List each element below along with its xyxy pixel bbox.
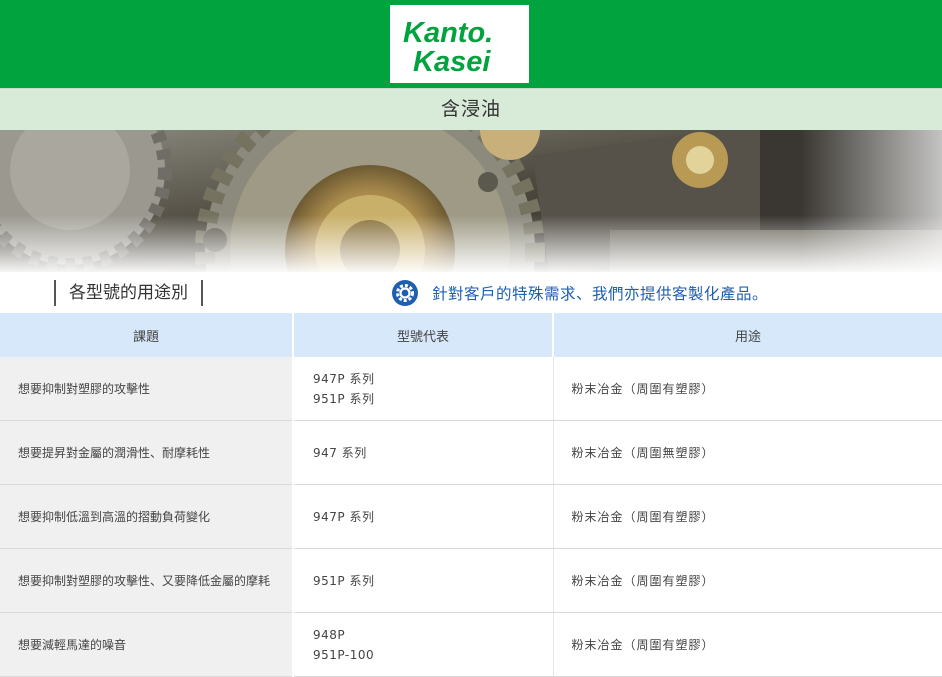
table-header-row: 課題 型號代表 用途 xyxy=(0,313,942,357)
column-header-model: 型號代表 xyxy=(293,313,554,357)
issue-cell: 想要抑制低溫到高溫的摺動負荷變化 xyxy=(0,484,294,549)
table-row: 想要減輕馬達的噪音 948P 951P-100 粉末冶金（周圍有塑膠） xyxy=(0,612,942,677)
issue-cell: 想要提昇對金屬的潤滑性、耐摩耗性 xyxy=(0,420,294,485)
model-cell: 947P 系列 xyxy=(293,484,554,549)
model-name: 951P 系列 xyxy=(313,573,375,588)
issue-cell: 想要抑制對塑膠的攻擊性 xyxy=(0,357,294,421)
issue-cell: 想要抑制對塑膠的攻擊性、又要降低金屬的摩耗 xyxy=(0,548,294,613)
model-name: 948P xyxy=(313,627,346,642)
header-bar: Kanto. Kasei xyxy=(0,0,942,88)
custom-product-notice[interactable]: 針對客戶的特殊需求、我們亦提供客製化產品。 xyxy=(390,279,768,307)
model-name: 951P-100 xyxy=(313,647,375,662)
notice-text: 針對客戶的特殊需求、我們亦提供客製化產品。 xyxy=(432,285,769,303)
model-cell: 947P 系列 951P 系列 xyxy=(293,357,554,421)
logo-line2: Kasei xyxy=(413,46,491,78)
logo-wordmark: Kanto. Kasei xyxy=(403,17,493,78)
hero-gear-image xyxy=(0,130,942,272)
table-row: 想要抑制對塑膠的攻擊性、又要降低金屬的摩耗 951P 系列 粉末冶金（周圍有塑膠… xyxy=(0,548,942,613)
usage-table: 課題 型號代表 用途 想要抑制對塑膠的攻擊性 947P 系列 951P 系列 粉末… xyxy=(0,313,942,677)
model-cell: 947 系列 xyxy=(293,420,554,485)
usage-cell: 粉末冶金（周圍有塑膠） xyxy=(553,484,942,549)
model-cell: 951P 系列 xyxy=(293,548,554,613)
column-header-usage: 用途 xyxy=(553,313,942,357)
issue-cell: 想要減輕馬達的噪音 xyxy=(0,612,294,677)
column-header-issue: 課題 xyxy=(0,313,294,357)
model-cell: 948P 951P-100 xyxy=(293,612,554,677)
usage-cell: 粉末冶金（周圍有塑膠） xyxy=(553,548,942,613)
page-title: 含浸油 xyxy=(440,98,501,120)
table-row: 想要提昇對金屬的潤滑性、耐摩耗性 947 系列 粉末冶金（周圍無塑膠） xyxy=(0,420,942,485)
model-name: 947P 系列 xyxy=(313,371,375,386)
gear-icon xyxy=(390,279,420,307)
usage-cell: 粉末冶金（周圍無塑膠） xyxy=(553,420,942,485)
logo-line1: Kanto. xyxy=(403,17,493,49)
table-row: 想要抑制對塑膠的攻擊性 947P 系列 951P 系列 粉末冶金（周圍有塑膠） xyxy=(0,357,942,421)
model-name: 947 系列 xyxy=(313,445,367,460)
page-title-bar: 含浸油 xyxy=(0,88,942,131)
kanto-kasei-logo[interactable]: Kanto. Kasei xyxy=(390,5,529,83)
usage-cell: 粉末冶金（周圍有塑膠） xyxy=(553,357,942,421)
table-row: 想要抑制低溫到高溫的摺動負荷變化 947P 系列 粉末冶金（周圍有塑膠） xyxy=(0,484,942,549)
model-name: 951P 系列 xyxy=(313,391,375,406)
model-name: 947P 系列 xyxy=(313,509,375,524)
usage-cell: 粉末冶金（周圍有塑膠） xyxy=(553,612,942,677)
section-title: 各型號的用途別 xyxy=(54,280,203,306)
